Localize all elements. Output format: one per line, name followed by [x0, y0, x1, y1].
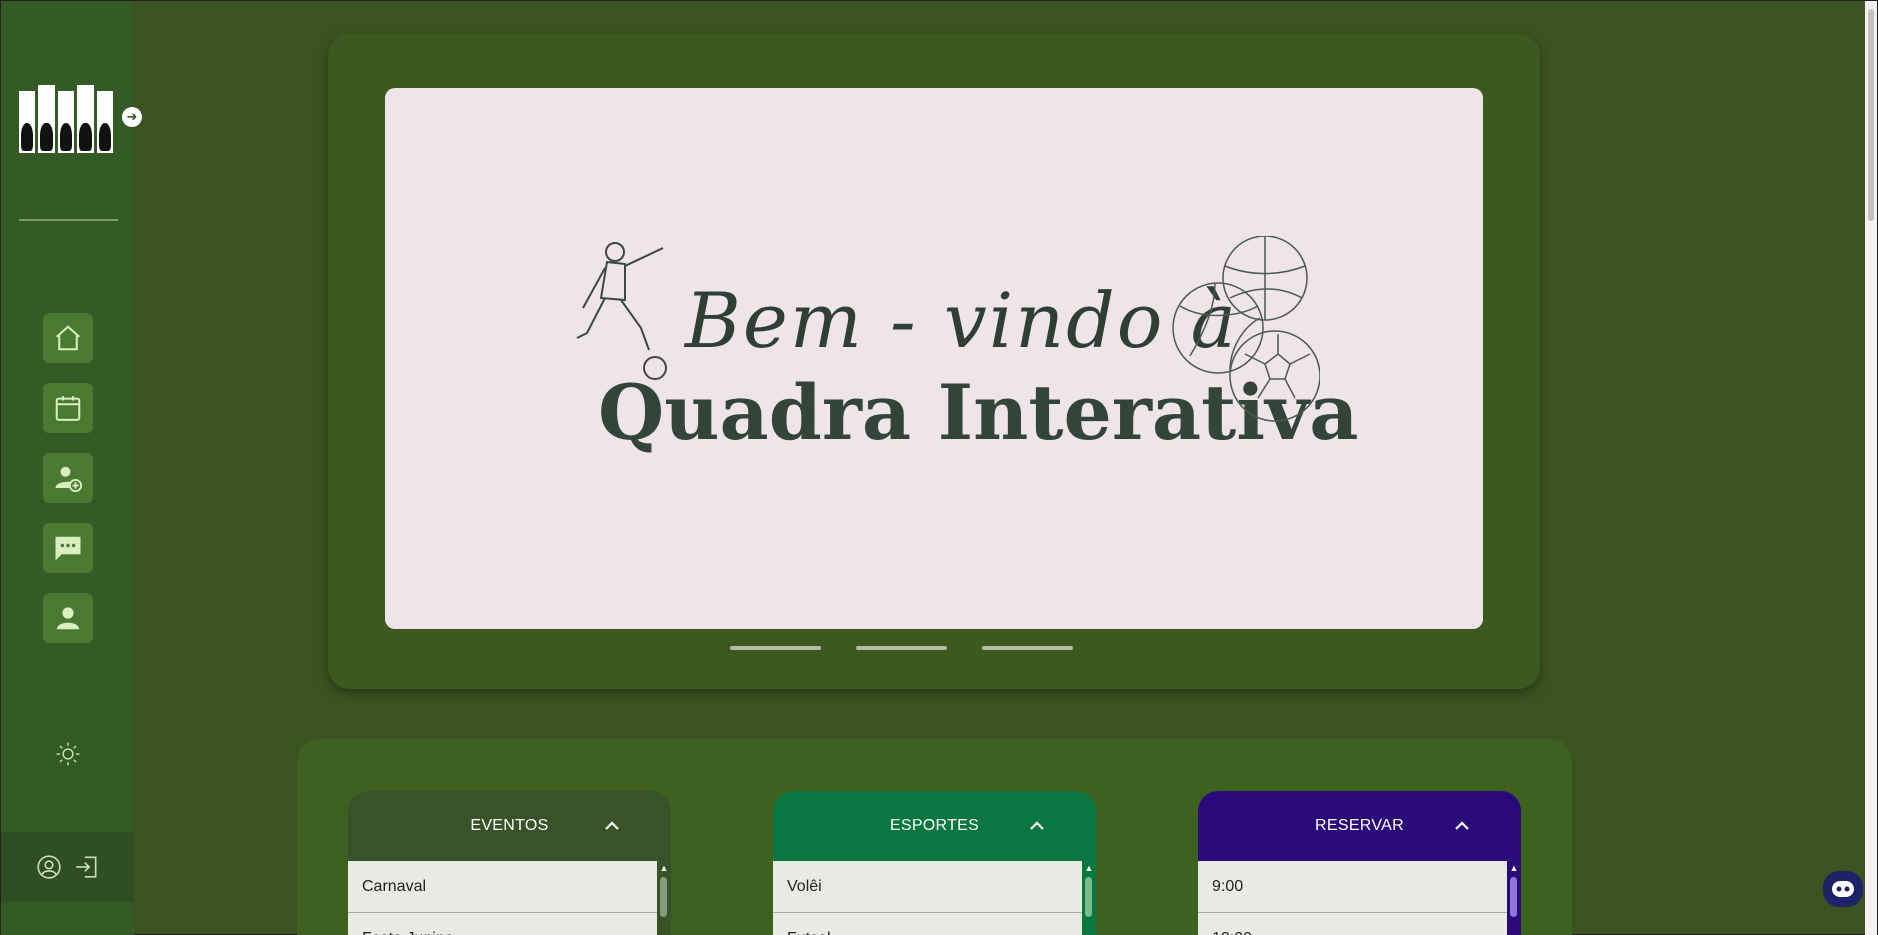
calendar-icon: [55, 396, 81, 421]
account-circle-icon[interactable]: [36, 854, 62, 880]
logo: [19, 83, 114, 153]
list-item[interactable]: Volêi: [773, 861, 1082, 913]
reservar-list: 9:00 12:00: [1198, 861, 1507, 935]
esportes-list: Volêi Futsal: [773, 861, 1082, 935]
welcome-script-text: Bem - vindo à: [685, 276, 1238, 365]
esportes-scrollbar[interactable]: ▲: [1082, 861, 1096, 935]
login-icon[interactable]: [74, 854, 100, 880]
scroll-up-arrow-icon[interactable]: ▲: [658, 863, 670, 873]
scroll-up-arrow-icon[interactable]: ▲: [1083, 863, 1095, 873]
nav-add-user-button[interactable]: [43, 453, 93, 503]
chevron-up-icon[interactable]: [603, 817, 621, 835]
chatbot-icon: [1832, 881, 1854, 897]
scroll-thumb[interactable]: [1510, 877, 1517, 917]
page-scrollbar[interactable]: [1865, 1, 1877, 935]
sports-balls-illustration: [1172, 236, 1320, 422]
page-scroll-thumb[interactable]: [1868, 9, 1874, 221]
scroll-up-arrow-icon[interactable]: ▲: [1508, 863, 1520, 873]
user-icon: [56, 607, 80, 630]
hero-carousel: Bem - vindo à Quadra Interativa: [328, 34, 1540, 689]
esportes-panel-header[interactable]: ESPORTES: [773, 791, 1096, 861]
sidebar-footer: [1, 832, 134, 902]
reservar-panel: RESERVAR 9:00 12:00 ▲: [1198, 791, 1521, 935]
nav-home-button[interactable]: [43, 313, 93, 363]
expand-sidebar-button[interactable]: ➜: [122, 107, 142, 127]
scroll-thumb[interactable]: [1085, 877, 1092, 917]
eventos-panel-header[interactable]: EVENTOS: [348, 791, 671, 861]
reservar-panel-header[interactable]: RESERVAR: [1198, 791, 1521, 861]
chat-icon: [55, 536, 81, 561]
chevron-up-icon[interactable]: [1028, 817, 1046, 835]
theme-toggle-button[interactable]: [53, 739, 83, 769]
eventos-panel-title: EVENTOS: [470, 817, 549, 834]
reservar-scrollbar[interactable]: ▲: [1507, 861, 1521, 935]
list-item[interactable]: Futsal: [773, 913, 1082, 935]
list-item[interactable]: 12:00: [1198, 913, 1507, 935]
eventos-scrollbar[interactable]: ▲: [657, 861, 671, 935]
sidebar-divider: [19, 219, 118, 221]
esportes-panel-title: ESPORTES: [889, 817, 980, 834]
nav-chat-button[interactable]: [43, 523, 93, 573]
panels-section: EVENTOS Carnaval Festa Junina ▲ ESPORTES…: [297, 739, 1572, 935]
carousel-indicator-1[interactable]: [730, 646, 821, 650]
list-item[interactable]: Festa Junina: [348, 913, 657, 935]
home-icon: [56, 325, 80, 351]
reservar-panel-title: RESERVAR: [1315, 817, 1404, 834]
carousel-indicators: [730, 646, 1073, 650]
chevron-up-icon[interactable]: [1453, 817, 1471, 835]
list-item[interactable]: Carnaval: [348, 861, 657, 913]
nav-profile-button[interactable]: [43, 593, 93, 643]
soccer-player-illustration: [576, 242, 667, 380]
carousel-indicator-3[interactable]: [982, 646, 1073, 650]
eventos-list: Carnaval Festa Junina: [348, 861, 657, 935]
carousel-indicator-2[interactable]: [856, 646, 947, 650]
esportes-panel: ESPORTES Volêi Futsal ▲: [773, 791, 1096, 935]
sidebar: ➜: [1, 1, 142, 935]
scroll-thumb[interactable]: [660, 877, 667, 917]
add-user-icon: [55, 466, 83, 493]
eventos-panel: EVENTOS Carnaval Festa Junina ▲: [348, 791, 671, 935]
nav-calendar-button[interactable]: [43, 383, 93, 433]
sun-icon: [56, 742, 80, 766]
list-item[interactable]: 9:00: [1198, 861, 1507, 913]
chatbot-button[interactable]: [1823, 871, 1863, 907]
carousel-slide: Bem - vindo à Quadra Interativa: [385, 88, 1483, 629]
